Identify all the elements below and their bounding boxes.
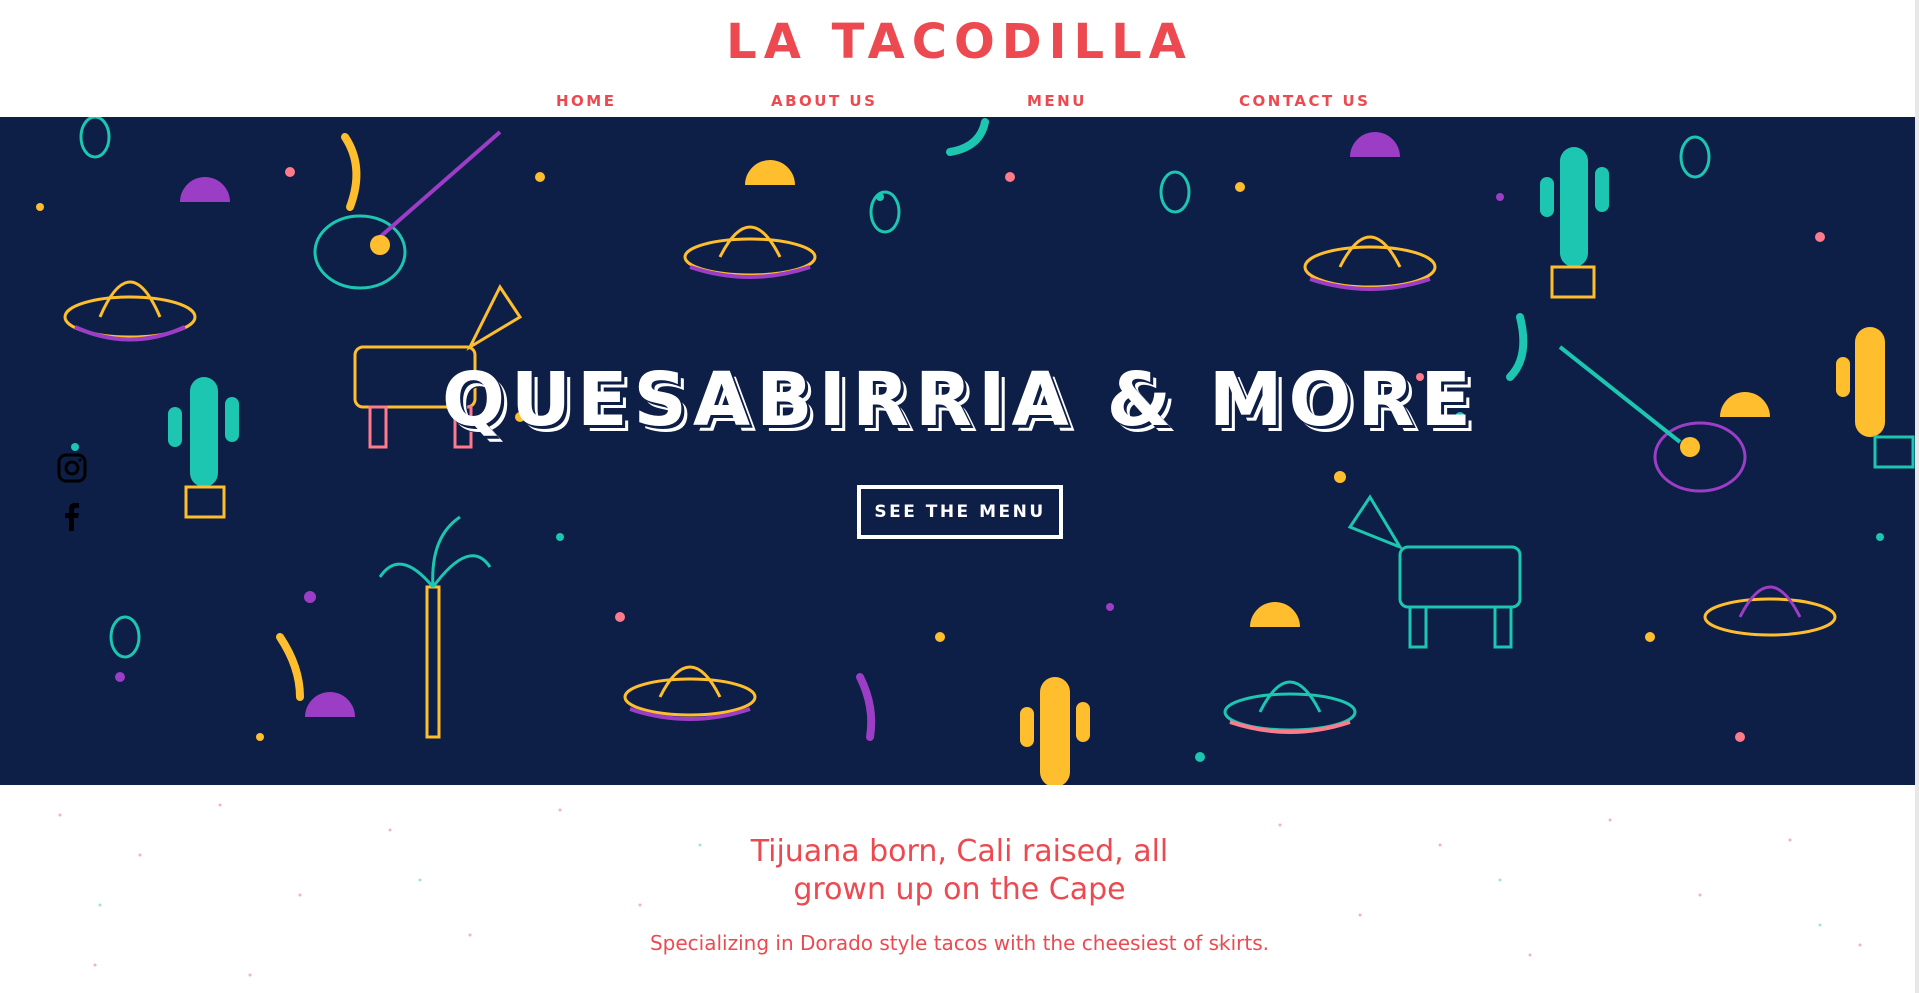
guitar-icon: [313, 130, 502, 290]
sombrero-icon: [1303, 235, 1437, 291]
hero-title: QUESABIRRIA & MORE: [442, 357, 1477, 443]
site-header: LA TACODILLA HOME ABOUT US MENU CONTACT …: [0, 0, 1919, 117]
main-nav: HOME ABOUT US MENU CONTACT US: [0, 92, 1919, 112]
page-scrollbar[interactable]: [1915, 0, 1919, 993]
sombrero-icon: [683, 225, 817, 279]
nav-about-us[interactable]: ABOUT US: [771, 92, 877, 110]
tagline: Tijuana born, Cali raised, all grown up …: [0, 833, 1919, 909]
tagline-line-1: Tijuana born, Cali raised, all: [750, 834, 1169, 869]
cactus-icon: [1540, 147, 1609, 299]
instagram-icon[interactable]: [57, 453, 87, 483]
nav-home[interactable]: HOME: [556, 92, 616, 110]
tagline-line-2: grown up on the Cape: [793, 872, 1126, 907]
sombrero-icon: [623, 665, 757, 721]
sombrero-icon: [1223, 680, 1357, 734]
sombrero-icon: [1703, 585, 1837, 637]
nav-contact-us[interactable]: CONTACT US: [1239, 92, 1370, 110]
nav-menu[interactable]: MENU: [1027, 92, 1087, 110]
palm-tree-icon: [378, 515, 492, 739]
facebook-icon[interactable]: [57, 501, 87, 531]
intro-section: Tijuana born, Cali raised, all grown up …: [0, 785, 1919, 993]
cactus-icon: [1020, 677, 1090, 785]
subtagline: Specializing in Dorado style tacos with …: [649, 931, 1269, 955]
pinata-icon: [1347, 494, 1522, 649]
confetti-icon: [36, 167, 1884, 762]
brand-logo[interactable]: LA TACODILLA: [0, 14, 1919, 70]
fiesta-pattern-background: [36, 117, 1915, 785]
hero-banner: QUESABIRRIA & MORE SEE THE MENU: [0, 117, 1919, 785]
see-the-menu-button[interactable]: SEE THE MENU: [857, 485, 1063, 539]
sombrero-icon: [63, 280, 197, 342]
